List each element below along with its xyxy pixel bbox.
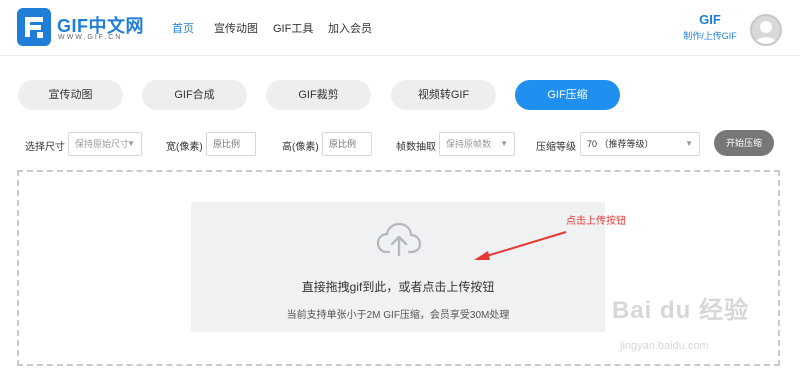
- height-label: 高(像素): [282, 142, 319, 153]
- nav-item-gif-tools[interactable]: GIF工具: [273, 20, 313, 36]
- nav-item-promo-gif[interactable]: 宣传动图: [214, 20, 258, 36]
- upload-gif-link[interactable]: GIF 制作/上传GIF: [678, 12, 742, 42]
- tab-gif-compress[interactable]: GIF压缩: [515, 80, 620, 110]
- logo-mark-icon: [17, 8, 51, 46]
- avatar[interactable]: [750, 14, 782, 46]
- tab-gif-merge[interactable]: GIF合成: [142, 80, 247, 110]
- drop-instruction: 直接拖拽gif到此，或者点击上传按钮: [301, 280, 495, 294]
- chevron-down-icon: ▼: [685, 139, 693, 148]
- tab-gif-crop[interactable]: GIF裁剪: [266, 80, 371, 110]
- level-label: 压缩等级: [536, 142, 576, 153]
- level-select-value: 70 （推荐等级）: [587, 139, 654, 149]
- size-select[interactable]: 保持原始尺寸 ▼: [68, 132, 142, 156]
- top-header: GIF中文网 WWW.GIF.CN 首页 宣传动图 GIF工具 加入会员 GIF…: [0, 0, 800, 56]
- cloud-upload-icon: [377, 222, 421, 256]
- size-label: 选择尺寸: [25, 142, 65, 153]
- watermark-main: Bai du 经验: [612, 297, 750, 324]
- compress-options: 选择尺寸 保持原始尺寸 ▼ 宽(像素) 高(像素) 帧数抽取 保持原帧数 ▼ 压…: [20, 130, 780, 158]
- frame-select-value: 保持原帧数: [446, 139, 492, 149]
- level-select[interactable]: 70 （推荐等级） ▼: [580, 132, 700, 156]
- user-icon: [755, 21, 777, 44]
- tab-promo-gif[interactable]: 宣传动图: [18, 80, 123, 110]
- annotation-arrow-icon: [474, 231, 567, 260]
- baidu-jingyan-watermark: Bai du 经验 jingyan.baidu.com: [612, 290, 787, 368]
- upload-area[interactable]: 直接拖拽gif到此，或者点击上传按钮 当前支持单张小于2M GIF压缩，会员享受…: [191, 202, 605, 332]
- tool-tabs: 宣传动图 GIF合成 GIF裁剪 视频转GIF GIF压缩: [18, 80, 778, 110]
- frame-select[interactable]: 保持原帧数 ▼: [439, 132, 515, 156]
- tab-video-to-gif[interactable]: 视频转GIF: [391, 80, 496, 110]
- width-input[interactable]: [206, 132, 256, 156]
- watermark-sub: jingyan.baidu.com: [620, 340, 709, 352]
- chevron-down-icon: ▼: [127, 139, 135, 148]
- width-label: 宽(像素): [166, 142, 203, 153]
- start-compress-button[interactable]: 开始压缩: [714, 130, 774, 156]
- brand-sub-label: 制作/上传GIF: [683, 31, 737, 41]
- site-logo[interactable]: GIF中文网 WWW.GIF.CN: [17, 8, 167, 48]
- brand-gif-label: GIF: [699, 12, 721, 27]
- logo-subtitle: WWW.GIF.CN: [58, 34, 123, 41]
- drop-limit-note: 当前支持单张小于2M GIF压缩，会员享受30M处理: [286, 310, 510, 321]
- chevron-down-icon: ▼: [500, 139, 508, 148]
- nav-item-join-member[interactable]: 加入会员: [328, 20, 372, 36]
- frame-label: 帧数抽取: [396, 142, 436, 153]
- size-select-value: 保持原始尺寸: [75, 139, 130, 149]
- height-input[interactable]: [322, 132, 372, 156]
- nav-item-home[interactable]: 首页: [172, 20, 194, 36]
